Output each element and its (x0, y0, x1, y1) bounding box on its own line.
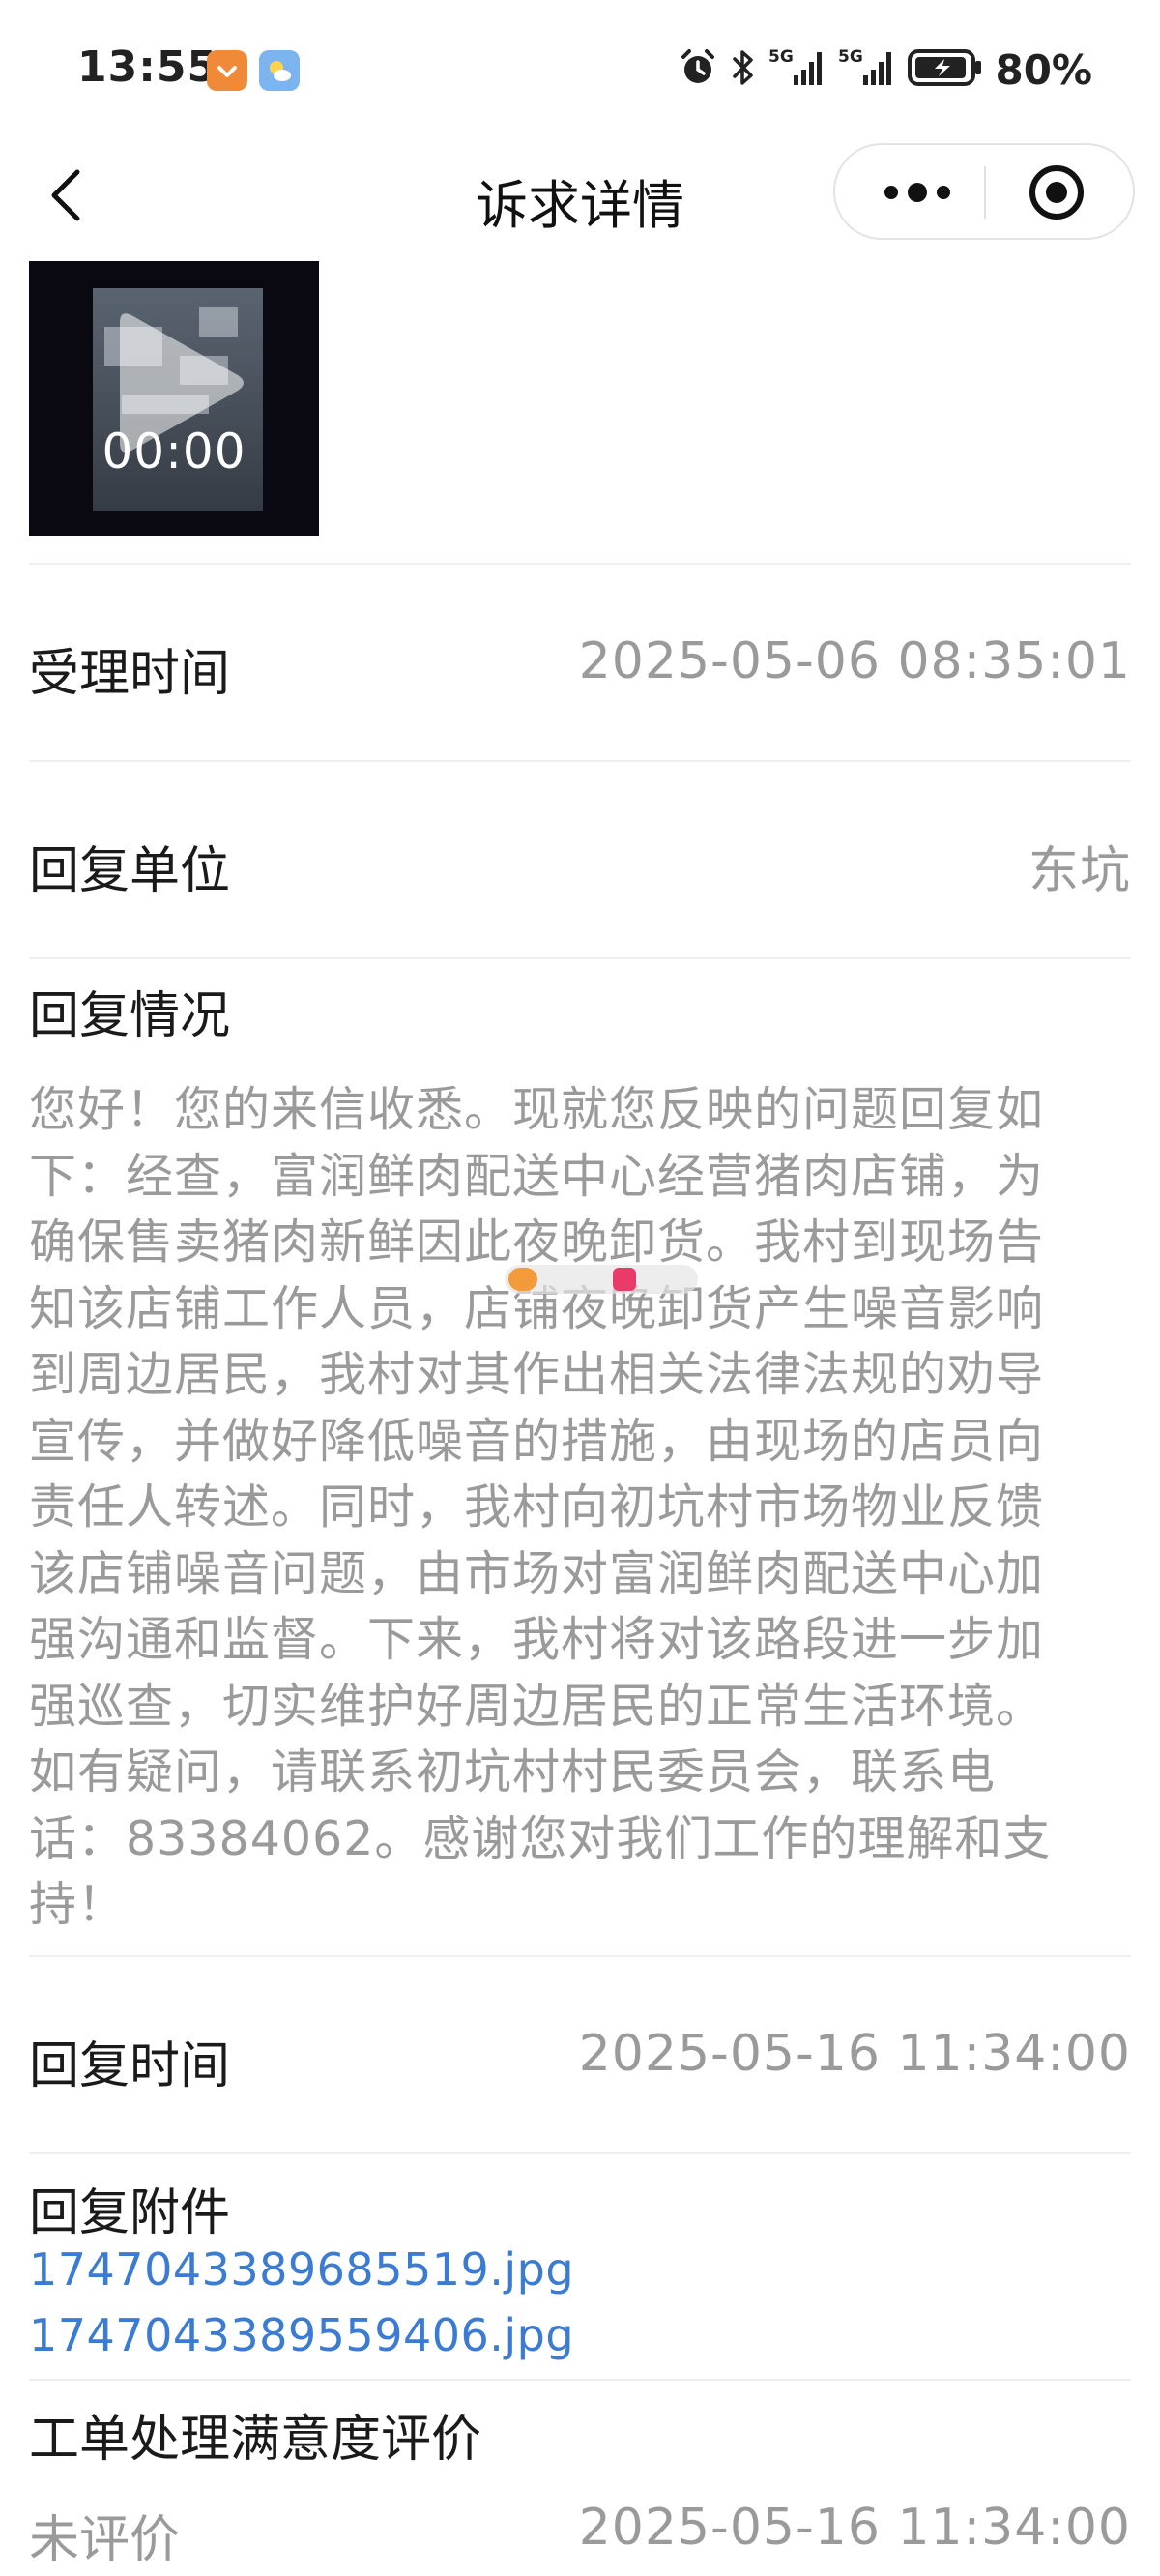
attachment-link[interactable]: 1747043389559406.jpg (29, 2309, 574, 2361)
capsule-divider (984, 166, 986, 219)
status-time: 13:55 (77, 43, 218, 92)
divider (29, 760, 1131, 762)
reply-status-text: 您好！您的来信收悉。现就您反映的问题回复如 下：经查，富润鲜肉配送中心经营猪肉店… (29, 1077, 1112, 1939)
satisfaction-time: 2025-05-16 11:34:00 (578, 2499, 1131, 2557)
close-button[interactable] (1027, 162, 1087, 222)
reply-text-line: 您好！您的来信收悉。现就您反映的问题回复如 (29, 1082, 1045, 1137)
reply-time-value: 2025-05-16 11:34:00 (578, 2025, 1131, 2083)
accept-time-value: 2025-05-06 08:35:01 (578, 632, 1131, 690)
weather-icon (259, 50, 300, 91)
divider (29, 2152, 1131, 2154)
reply-unit-label: 回复单位 (29, 842, 231, 900)
battery-charging-icon (908, 48, 983, 91)
satisfaction-label: 工单处理满意度评价 (29, 2411, 482, 2469)
reply-text-line: 下：经查，富润鲜肉配送中心经营猪肉店铺，为 (29, 1148, 1045, 1204)
more-dots-icon (884, 183, 950, 202)
divider (29, 1955, 1131, 1957)
status-bar: 13:55 5G 5G 80% (0, 0, 1160, 135)
svg-text:5G: 5G (768, 47, 794, 67)
attachment-link[interactable]: 1747043389685519.jpg (29, 2243, 574, 2296)
bluetooth-icon (730, 47, 757, 92)
app-notification-icon (207, 50, 247, 91)
reply-text-line: 责任人转述。同时，我村向初坑村市场物业反馈 (29, 1479, 1045, 1535)
video-duration: 00:00 (102, 424, 246, 480)
signal-5g-icon: 5G (768, 46, 826, 93)
reply-text-line: 强沟通和监督。下来，我村将对该路段进一步加 (29, 1612, 1045, 1667)
svg-text:5G: 5G (838, 47, 863, 67)
reply-unit-value: 东坑 (1028, 842, 1131, 900)
satisfaction-status[interactable]: 未评价 (29, 2499, 180, 2571)
divider (29, 957, 1131, 959)
alarm-icon (678, 47, 718, 92)
reply-text-line: 到周边居民，我村对其作出相关法律法规的劝导 (29, 1347, 1045, 1402)
target-close-icon (1030, 165, 1084, 220)
battery-level: 80% (995, 45, 1092, 94)
signal-5g-icon: 5G (838, 46, 896, 93)
reply-text-line: 该店铺噪音问题，由市场对富润鲜肉配送中心加 (29, 1545, 1045, 1601)
status-indicators: 5G 5G 80% (678, 43, 1092, 97)
accept-time-label: 受理时间 (29, 645, 231, 703)
reply-text-line: 话：83384062。感谢您对我们工作的理解和支 (29, 1810, 1052, 1866)
reply-text-line: 宣传，并做好降低噪音的措施，由现场的店员向 (29, 1413, 1045, 1469)
reply-attachments-label: 回复附件 (29, 2184, 231, 2242)
reply-status-label: 回复情况 (29, 987, 231, 1045)
reply-text-line: 强巡查，切实维护好周边居民的正常生活环境。 (29, 1678, 1045, 1734)
video-attachment[interactable]: 00:00 (29, 261, 319, 536)
badge-record-icon (613, 1268, 636, 1291)
divider (29, 563, 1131, 565)
more-button[interactable] (864, 164, 971, 220)
divider (29, 2379, 1131, 2381)
reply-text-line: 如有疑问，请联系初坑村村民委员会，联系电 (29, 1744, 997, 1800)
reply-time-label: 回复时间 (29, 2037, 231, 2095)
mini-program-capsule (833, 143, 1135, 240)
floating-badge (505, 1265, 698, 1294)
badge-logo-icon (508, 1268, 537, 1291)
reply-text-line: 持！ (29, 1877, 127, 1932)
nav-header: 诉求详情 (0, 135, 1160, 251)
